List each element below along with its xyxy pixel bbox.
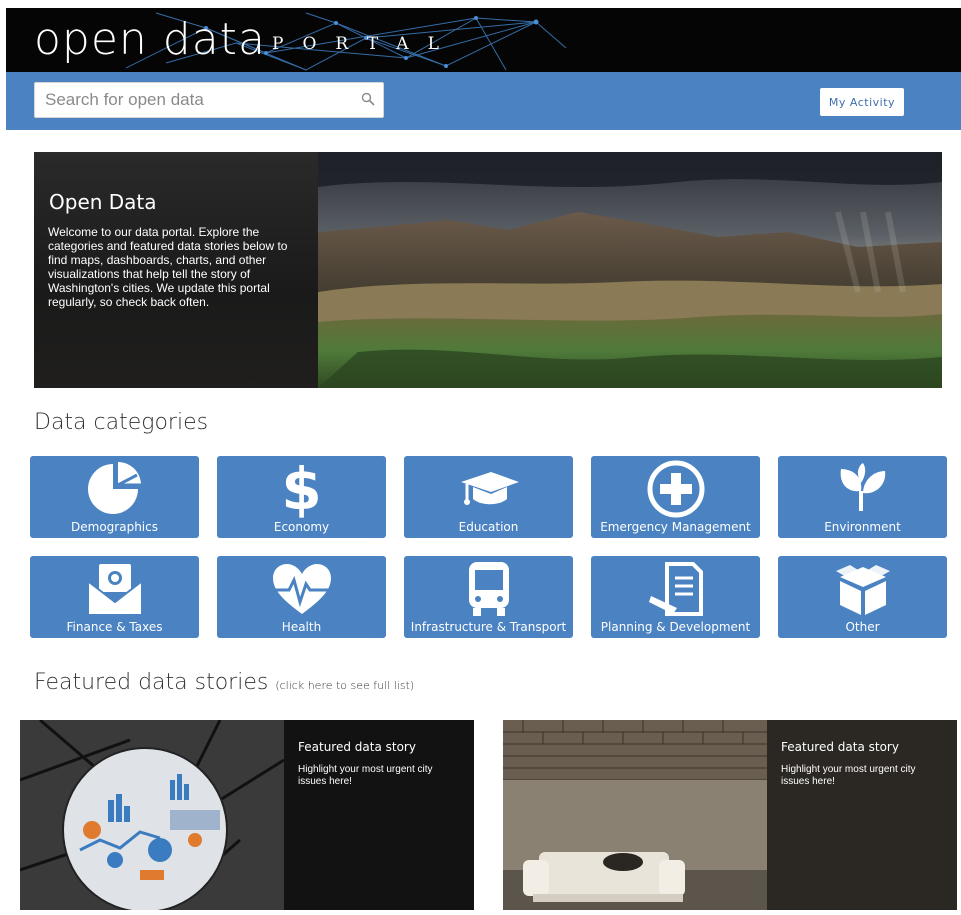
category-tile-demographics[interactable]: Demographics: [30, 456, 199, 538]
category-tile-education[interactable]: Education: [404, 456, 573, 538]
hero-banner: Open Data Welcome to our data portal. Ex…: [34, 152, 942, 388]
story-title: Featured data story: [781, 740, 899, 754]
box-icon: [835, 565, 890, 615]
my-activity-button[interactable]: My Activity: [820, 88, 904, 116]
document-pen-icon: [648, 562, 703, 616]
hero-title: Open Data: [49, 190, 157, 214]
search-icon[interactable]: [361, 92, 375, 106]
story-couch-image: [503, 720, 767, 910]
category-label: Emergency Management: [600, 520, 751, 534]
hero-description: Welcome to our data portal. Explore the …: [48, 225, 288, 309]
story-panel: Featured data story Highlight your most …: [767, 720, 957, 910]
category-label: Education: [458, 520, 519, 534]
category-tile-economy[interactable]: $ Economy: [217, 456, 386, 538]
logo-subtitle: PORTAL: [272, 34, 458, 54]
bus-icon: [468, 562, 509, 616]
category-label: Infrastructure & Transport: [410, 620, 567, 634]
category-label: Other: [845, 620, 880, 634]
category-tile-infrastructure-transport[interactable]: Infrastructure & Transport: [404, 556, 573, 638]
story-text: Highlight your most urgent city issues h…: [781, 764, 916, 787]
hero-text-panel: Open Data Welcome to our data portal. Ex…: [34, 152, 318, 388]
logo-wordmark[interactable]: open data: [34, 12, 266, 68]
categories-heading: Data categories: [34, 410, 209, 435]
category-label: Environment: [824, 520, 901, 534]
category-label: Planning & Development: [600, 620, 751, 634]
category-tile-finance-taxes[interactable]: Finance & Taxes: [30, 556, 199, 638]
dollar-icon: $: [281, 455, 322, 523]
category-label: Demographics: [71, 520, 158, 534]
story-panel: Featured data story Highlight your most …: [284, 720, 474, 910]
category-tile-environment[interactable]: Environment: [778, 456, 947, 538]
heartbeat-icon: [272, 564, 331, 614]
pie-chart-icon: [87, 462, 141, 514]
site-header: open data PORTAL: [6, 8, 961, 72]
leaf-sprout-icon: [840, 463, 885, 511]
graduation-cap-icon: [460, 472, 519, 505]
search-toolbar: My Activity: [6, 72, 961, 130]
category-tile-other[interactable]: Other: [778, 556, 947, 638]
medical-cross-icon: [647, 460, 704, 518]
category-label: Health: [281, 620, 322, 634]
category-tile-health[interactable]: Health: [217, 556, 386, 638]
search-box: [34, 82, 384, 118]
featured-story-card-1[interactable]: Featured data story Highlight your most …: [20, 720, 474, 910]
category-tile-planning-development[interactable]: Planning & Development: [591, 556, 760, 638]
category-tile-emergency-management[interactable]: Emergency Management: [591, 456, 760, 538]
category-label: Finance & Taxes: [66, 620, 163, 634]
hero-landscape-image: [318, 152, 942, 388]
featured-title: Featured data stories: [34, 670, 269, 695]
category-label: Economy: [273, 520, 330, 534]
story-infographic-image: [20, 720, 284, 910]
search-input[interactable]: [35, 83, 365, 117]
story-title: Featured data story: [298, 740, 416, 754]
featured-story-card-2[interactable]: Featured data story Highlight your most …: [503, 720, 957, 910]
story-text: Highlight your most urgent city issues h…: [298, 764, 433, 787]
featured-heading: Featured data stories (click here to see…: [34, 670, 414, 695]
featured-full-list-link[interactable]: (click here to see full list): [275, 679, 414, 692]
money-envelope-icon: [87, 564, 142, 614]
